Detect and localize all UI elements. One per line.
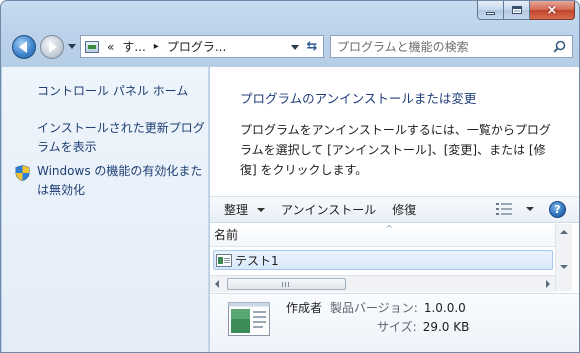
minimize-icon <box>486 11 495 15</box>
close-icon: × <box>546 2 558 18</box>
chevron-down-icon <box>526 207 534 211</box>
command-bar: 整理 アンインストール 修復 ? <box>210 196 579 223</box>
page-description: プログラムをアンインストールするには、一覧からプログラムを選択して [アンインス… <box>240 123 551 177</box>
publisher-label: 作成者 <box>286 301 323 315</box>
detail-row-version: 作成者 製品バージョン: 1.0.0.0 <box>286 299 469 318</box>
change-view-button[interactable] <box>496 203 534 215</box>
breadcrumb-separator-icon[interactable]: ▸ <box>154 41 159 52</box>
refresh-button[interactable]: ⇆ <box>303 38 321 55</box>
close-button[interactable]: × <box>530 1 575 20</box>
chevron-down-icon <box>257 207 266 212</box>
page-title: プログラムのアンインストールまたは変更 <box>240 91 477 106</box>
column-header-label: 名前 <box>214 228 239 242</box>
caption-buttons: × <box>477 1 575 21</box>
address-dropdown-icon[interactable] <box>291 45 299 50</box>
maximize-button[interactable] <box>504 1 530 20</box>
program-icon <box>216 253 232 267</box>
program-details: 作成者 製品バージョン: 1.0.0.0 サイズ: 29.0 KB <box>286 299 469 337</box>
search-input[interactable] <box>337 39 542 54</box>
column-header-name[interactable]: 名前 ^ <box>210 224 555 247</box>
back-button[interactable] <box>12 35 36 59</box>
forward-button[interactable] <box>40 35 64 59</box>
shield-icon <box>15 165 30 181</box>
scroll-right-icon[interactable] <box>546 280 550 288</box>
back-arrow-icon <box>19 41 27 53</box>
sort-ascending-icon: ^ <box>386 224 393 233</box>
breadcrumb-item[interactable]: す... <box>122 38 145 55</box>
version-value: 1.0.0.0 <box>423 301 466 315</box>
repair-button[interactable]: 修復 <box>386 201 422 218</box>
breadcrumb-overflow[interactable]: « <box>107 40 114 54</box>
organize-button[interactable]: 整理 <box>218 201 271 218</box>
scroll-up-icon[interactable] <box>560 230 568 234</box>
vertical-scrollbar[interactable] <box>555 224 572 291</box>
main-content: プログラムのアンインストールまたは変更 プログラムをアンインストールするには、一… <box>210 67 579 352</box>
search-box[interactable] <box>330 35 573 58</box>
scroll-left-icon[interactable] <box>215 280 219 288</box>
task-pane: コントロール パネル ホーム インストールされた更新プログラムを表示 Windo… <box>2 67 209 352</box>
program-list-item[interactable]: テスト1 <box>213 250 553 270</box>
version-label: 製品バージョン: <box>330 301 418 315</box>
program-icon <box>228 302 270 336</box>
control-panel-home-link[interactable]: コントロール パネル ホーム <box>37 82 188 101</box>
details-pane: 作成者 製品バージョン: 1.0.0.0 サイズ: 29.0 KB <box>210 293 579 352</box>
size-label: サイズ: <box>377 320 417 334</box>
breadcrumb-item[interactable]: プログラ... <box>167 38 226 55</box>
search-icon[interactable] <box>553 40 566 53</box>
grip-icon <box>282 282 289 287</box>
help-icon[interactable]: ? <box>549 201 566 218</box>
programs-and-features-window: × « す... ▸ プログラ... ⇆ コントロール パネル ホーム インスト… <box>0 0 580 353</box>
program-name: テスト1 <box>235 253 279 268</box>
detail-row-size: サイズ: 29.0 KB <box>286 318 469 337</box>
scroll-down-icon[interactable] <box>560 265 568 269</box>
view-installed-updates-link[interactable]: インストールされた更新プログラムを表示 <box>37 119 207 157</box>
view-list-icon <box>496 203 512 215</box>
address-bar[interactable]: « す... ▸ プログラ... ⇆ <box>80 35 324 58</box>
size-value: 29.0 KB <box>422 320 470 334</box>
control-panel-icon <box>85 40 99 53</box>
horizontal-scrollbar[interactable] <box>210 275 555 292</box>
minimize-button[interactable] <box>477 1 504 20</box>
forward-arrow-icon <box>49 41 57 53</box>
maximize-icon <box>511 6 522 14</box>
horizontal-scroll-thumb[interactable] <box>227 278 346 290</box>
uninstall-button[interactable]: アンインストール <box>275 201 382 218</box>
organize-label: 整理 <box>224 203 249 217</box>
recent-pages-dropdown-icon[interactable] <box>68 44 76 49</box>
windows-features-link[interactable]: Windows の機能の有効化または無効化 <box>37 162 207 200</box>
